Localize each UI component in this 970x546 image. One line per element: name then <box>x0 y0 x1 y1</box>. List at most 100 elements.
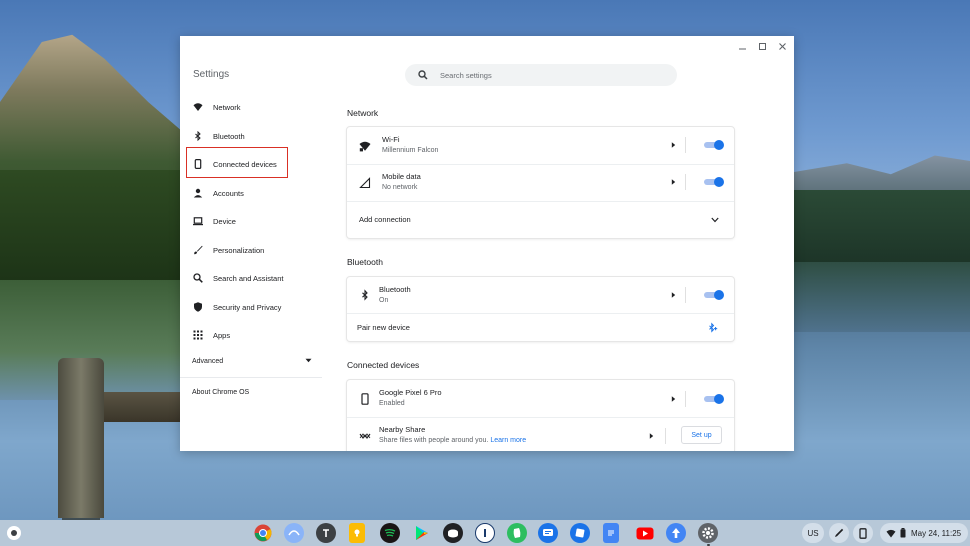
bluetooth-row[interactable]: Bluetooth On <box>347 277 734 313</box>
add-connection-row[interactable]: Add connection <box>347 201 734 238</box>
pair-new-device-row[interactable]: Pair new device <box>347 313 734 341</box>
sidebar-item-network[interactable]: Network <box>193 99 241 115</box>
wifi-row[interactable]: Wi-Fi Millennium Falcon <box>347 127 734 164</box>
sidebar-item-security-and-privacy[interactable]: Security and Privacy <box>193 299 281 315</box>
sidebar-item-device[interactable]: Device <box>193 213 236 229</box>
chevron-down-icon[interactable] <box>711 216 719 224</box>
bluetooth-icon <box>193 131 203 141</box>
toggle-knob <box>714 290 724 300</box>
toggle-knob <box>714 140 724 150</box>
app-7-icon[interactable] <box>443 523 463 543</box>
phone-icon <box>359 392 371 405</box>
wifi-status-icon <box>886 529 896 537</box>
mobile-data-row[interactable]: Mobile data No network <box>347 164 734 201</box>
close-button[interactable] <box>776 40 788 52</box>
battery-icon <box>900 528 906 538</box>
window-controls <box>736 40 788 52</box>
keep-icon[interactable] <box>349 523 365 543</box>
app-14-icon[interactable] <box>666 523 686 543</box>
bluetooth-status: On <box>379 296 389 304</box>
sidebar-item-accounts[interactable]: Accounts <box>193 185 244 201</box>
minimize-button[interactable] <box>736 40 748 52</box>
app-11-icon[interactable] <box>570 523 590 543</box>
sidebar-item-label: Bluetooth <box>213 131 245 141</box>
advanced-toggle[interactable]: Advanced <box>192 358 312 365</box>
sidebar-item-apps[interactable]: Apps <box>193 327 230 343</box>
app-8-icon[interactable] <box>475 523 495 543</box>
window-title: Settings <box>193 69 230 80</box>
advanced-label: Advanced <box>192 358 224 365</box>
sidebar-item-search-and-assistant[interactable]: Search and Assistant <box>193 270 283 286</box>
row-separator <box>685 174 686 190</box>
launcher-icon <box>11 530 17 536</box>
laptop-icon <box>193 216 203 226</box>
wifi-network-name: Millennium Falcon <box>382 147 439 154</box>
evernote-icon[interactable] <box>507 523 527 543</box>
chevron-right-icon[interactable] <box>669 395 677 403</box>
phone-hub-button[interactable] <box>853 523 873 543</box>
bluetooth-add-icon[interactable] <box>707 322 719 334</box>
settings-gear-icon[interactable] <box>698 523 718 543</box>
nearby-share-icon <box>359 430 371 442</box>
toggle-knob <box>714 394 724 404</box>
add-connection-label: Add connection <box>359 215 411 224</box>
toggle-knob <box>714 177 724 187</box>
sidebar-item-personalization[interactable]: Personalization <box>193 242 264 258</box>
bluetooth-toggle[interactable] <box>704 290 724 300</box>
nearby-share-title: Nearby Share <box>379 425 426 434</box>
nearby-share-row[interactable]: Nearby Share Share files with people aro… <box>347 417 734 451</box>
pair-new-device-label: Pair new device <box>357 323 410 332</box>
app-2-icon[interactable] <box>284 523 304 543</box>
stylus-button[interactable] <box>829 523 849 543</box>
about-chrome-os-link[interactable]: About Chrome OS <box>192 389 249 396</box>
search-icon <box>193 273 203 283</box>
wifi-icon <box>359 140 371 152</box>
mobile-data-toggle[interactable] <box>704 177 724 187</box>
spotify-icon[interactable] <box>380 523 400 543</box>
chevron-right-icon[interactable] <box>647 432 655 440</box>
phone-row[interactable]: Google Pixel 6 Pro Enabled <box>347 380 734 417</box>
phone-text: Google Pixel 6 Pro Enabled <box>379 388 442 409</box>
chevron-right-icon[interactable] <box>669 178 677 186</box>
sidebar-item-label: Accounts <box>213 188 244 198</box>
apps-grid-icon <box>193 330 203 340</box>
maximize-button[interactable] <box>756 40 768 52</box>
phone-toggle[interactable] <box>704 394 724 404</box>
chevron-right-icon[interactable] <box>669 291 677 299</box>
mobile-data-text: Mobile data No network <box>382 172 421 193</box>
search-icon <box>418 69 430 81</box>
locale-label: US <box>807 528 819 538</box>
mobile-data-status: No network <box>382 184 418 191</box>
wifi-toggle[interactable] <box>704 140 724 150</box>
sidebar-item-label: Security and Privacy <box>213 302 282 312</box>
docs-icon[interactable] <box>603 523 619 543</box>
pen-icon <box>835 528 844 537</box>
chrome-icon[interactable] <box>253 523 273 543</box>
wifi-text: Wi-Fi Millennium Falcon <box>382 135 438 156</box>
nearby-share-text: Nearby Share Share files with people aro… <box>379 425 526 446</box>
chevron-right-icon[interactable] <box>669 141 677 149</box>
person-icon <box>193 188 203 198</box>
sidebar-item-bluetooth[interactable]: Bluetooth <box>193 128 245 144</box>
brush-icon <box>193 245 203 255</box>
ime-menu-button[interactable]: US <box>802 523 824 543</box>
phone-hub-icon <box>859 527 867 539</box>
play-store-icon[interactable] <box>412 523 432 543</box>
text-app-icon[interactable] <box>316 523 336 543</box>
status-area[interactable]: May 24, 11:25 <box>880 523 968 543</box>
search-placeholder: Search settings <box>440 70 492 80</box>
row-separator <box>665 428 666 444</box>
section-title-network: Network <box>347 108 379 118</box>
launcher-button[interactable] <box>7 526 21 540</box>
shelf: US May 24, 11:25 <box>0 520 970 546</box>
search-input[interactable]: Search settings <box>405 64 677 86</box>
row-separator <box>685 391 686 407</box>
caret-down-icon <box>305 358 312 365</box>
learn-more-link[interactable]: Learn more <box>490 437 526 444</box>
youtube-icon[interactable] <box>635 523 655 543</box>
messages-icon[interactable] <box>538 523 558 543</box>
connected-devices-highlight <box>186 147 288 178</box>
set-up-button[interactable]: Set up <box>681 426 722 444</box>
mobile-data-title: Mobile data <box>382 172 421 181</box>
shield-icon <box>193 302 203 312</box>
